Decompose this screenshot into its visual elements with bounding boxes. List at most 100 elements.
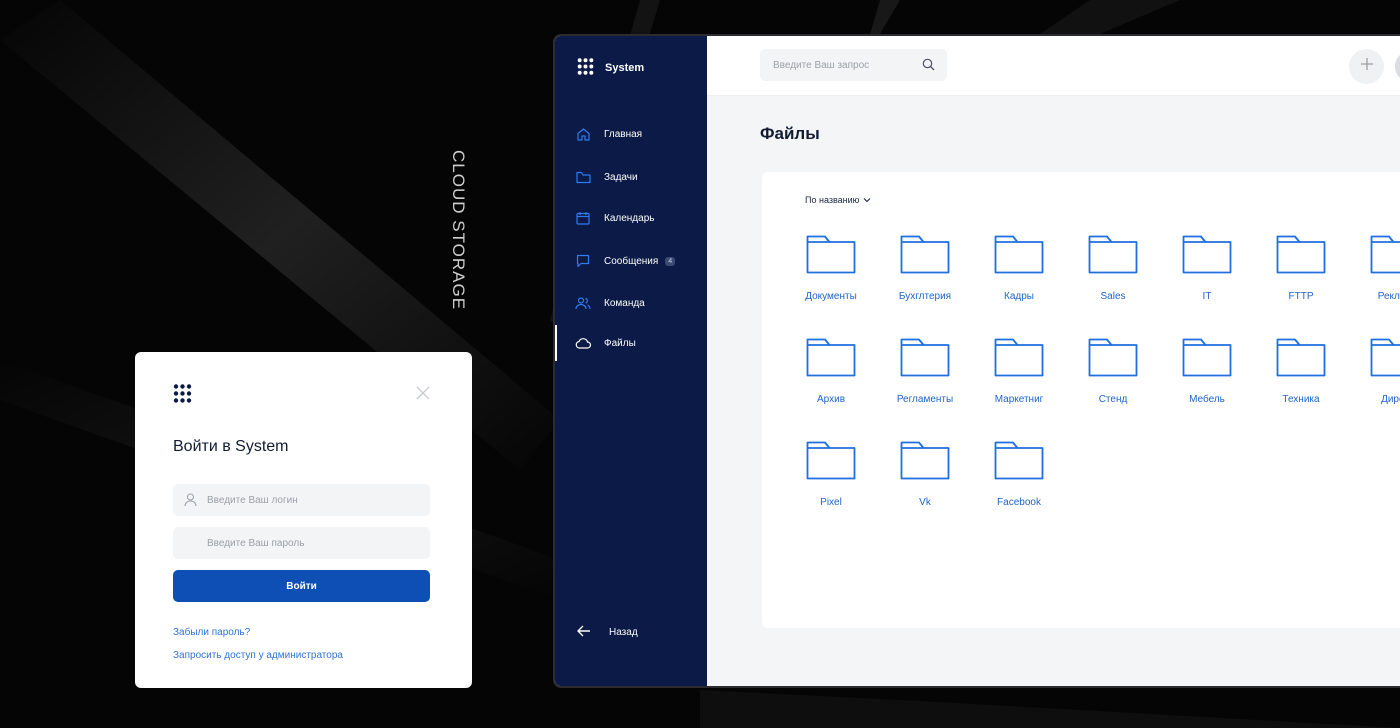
folder-icon [1182,337,1232,382]
folder-icon [575,169,591,185]
folder-item[interactable]: Дирек [1360,337,1400,405]
sidebar: System Главная Задачи Календарь Сообщени… [555,36,707,686]
calendar-icon [575,210,591,226]
folder-icon [1370,337,1400,382]
cloud-icon [575,335,591,351]
folder-label: Vk [919,497,931,508]
sidebar-item-label: Команда [604,297,645,309]
sidebar-item-label: Задачи [604,171,638,183]
folder-icon [1088,234,1138,279]
chat-icon [575,253,591,269]
folder-icon [994,440,1044,485]
brand-name: System [605,62,645,74]
folder-icon [806,440,856,485]
folder-label: Маркетниг [994,394,1044,405]
folder-label: Facebook [997,497,1041,508]
folder-label: Регламенты [896,394,954,405]
folder-label: Архив [816,394,846,405]
back-label: Назад [609,627,638,638]
search-input[interactable]: Введите Ваш запрос [760,49,947,81]
folder-label: Дирек [1381,394,1400,405]
folder-label: FTTP [1288,291,1314,302]
cloud-storage-caption: CLOUD STORAGE [449,150,468,311]
folder-label: IT [1202,291,1212,302]
login-field[interactable]: Введите Ваш логин [173,484,430,516]
password-field[interactable]: Введите Ваш пароль [173,527,430,559]
app-window: System Главная Задачи Календарь Сообщени… [553,34,1400,688]
folder-item[interactable]: Документы [796,234,866,302]
folder-icon [1182,234,1232,279]
unread-count-badge: 4 [665,256,676,266]
search-placeholder: Введите Ваш запрос [773,59,870,71]
folder-icon [994,234,1044,279]
folder-item[interactable]: Стенд [1078,337,1148,405]
folder-label: Кадры [1004,291,1034,302]
folder-item[interactable]: Реклам [1360,234,1400,302]
folder-item[interactable]: Кадры [984,234,1054,302]
system-logo-icon [577,58,594,78]
folder-icon [806,234,856,279]
sidebar-item-team[interactable]: Команда [555,293,707,313]
plus-icon [1360,57,1374,76]
brand[interactable]: System [577,58,644,78]
user-icon [184,493,197,510]
folder-label: Бухглтерия [898,291,952,302]
folder-item[interactable]: Архив [796,337,866,405]
add-button[interactable] [1349,49,1384,84]
sidebar-item-calendar[interactable]: Календарь [555,208,707,228]
folder-label: Реклам [1377,291,1400,302]
back-button[interactable]: Назад [577,625,638,640]
folder-icon [900,234,950,279]
folder-label: Pixel [820,497,842,508]
folder-icon [1276,337,1326,382]
folder-item[interactable]: Регламенты [890,337,960,405]
sidebar-item-files[interactable]: Файлы [555,325,707,361]
password-placeholder: Введите Ваш пароль [207,537,305,549]
topbar: Введите Ваш запрос [707,36,1400,96]
system-logo-icon [173,384,192,408]
folder-item[interactable]: Sales [1078,234,1148,302]
folder-icon [1276,234,1326,279]
folder-item[interactable]: Мебель [1172,337,1242,405]
folder-item[interactable]: Маркетниг [984,337,1054,405]
folder-item[interactable]: Pixel [796,440,866,508]
folder-icon [1088,337,1138,382]
close-icon[interactable] [416,386,432,402]
avatar[interactable] [1393,49,1400,84]
forgot-password-link[interactable]: Забыли пароль? [173,627,250,638]
chevron-down-icon [863,195,871,205]
sidebar-item-messages[interactable]: Сообщения 4 [555,251,707,271]
home-icon [575,126,591,142]
sidebar-item-label: Сообщения [604,255,659,267]
team-icon [575,295,591,311]
folder-item[interactable]: Бухглтерия [890,234,960,302]
sort-label: По названию [805,195,860,205]
page-title: Файлы [760,124,820,143]
folder-label: Техника [1282,394,1320,405]
folder-icon [994,337,1044,382]
login-placeholder: Введите Ваш логин [207,494,298,506]
folder-item[interactable]: Vk [890,440,960,508]
folder-icon [806,337,856,382]
folder-icon [900,337,950,382]
folder-item[interactable]: Facebook [984,440,1054,508]
login-card: Войти в System Введите Ваш логин Введите… [135,352,472,688]
sidebar-item-home[interactable]: Главная [555,124,707,144]
folder-item[interactable]: Техника [1266,337,1336,405]
sidebar-item-label: Файлы [604,337,636,349]
login-title: Войти в System [173,438,289,455]
folder-label: Мебель [1189,394,1225,405]
folder-item[interactable]: FTTP [1266,234,1336,302]
arrow-left-icon [577,625,591,640]
sidebar-item-tasks[interactable]: Задачи [555,167,707,187]
request-access-link[interactable]: Запросить доступ у администратора [173,650,343,661]
folder-item[interactable]: IT [1172,234,1242,302]
folder-icon [900,440,950,485]
files-panel: По названию Документы Бухглтерия Кадры Sale… [762,172,1400,628]
folder-label: Документы [805,291,857,302]
folder-icon [1370,234,1400,279]
sort-select[interactable]: По названию [805,195,871,205]
login-submit-button[interactable]: Войти [173,570,430,602]
sidebar-item-label: Календарь [604,212,655,224]
search-icon[interactable] [922,58,935,74]
